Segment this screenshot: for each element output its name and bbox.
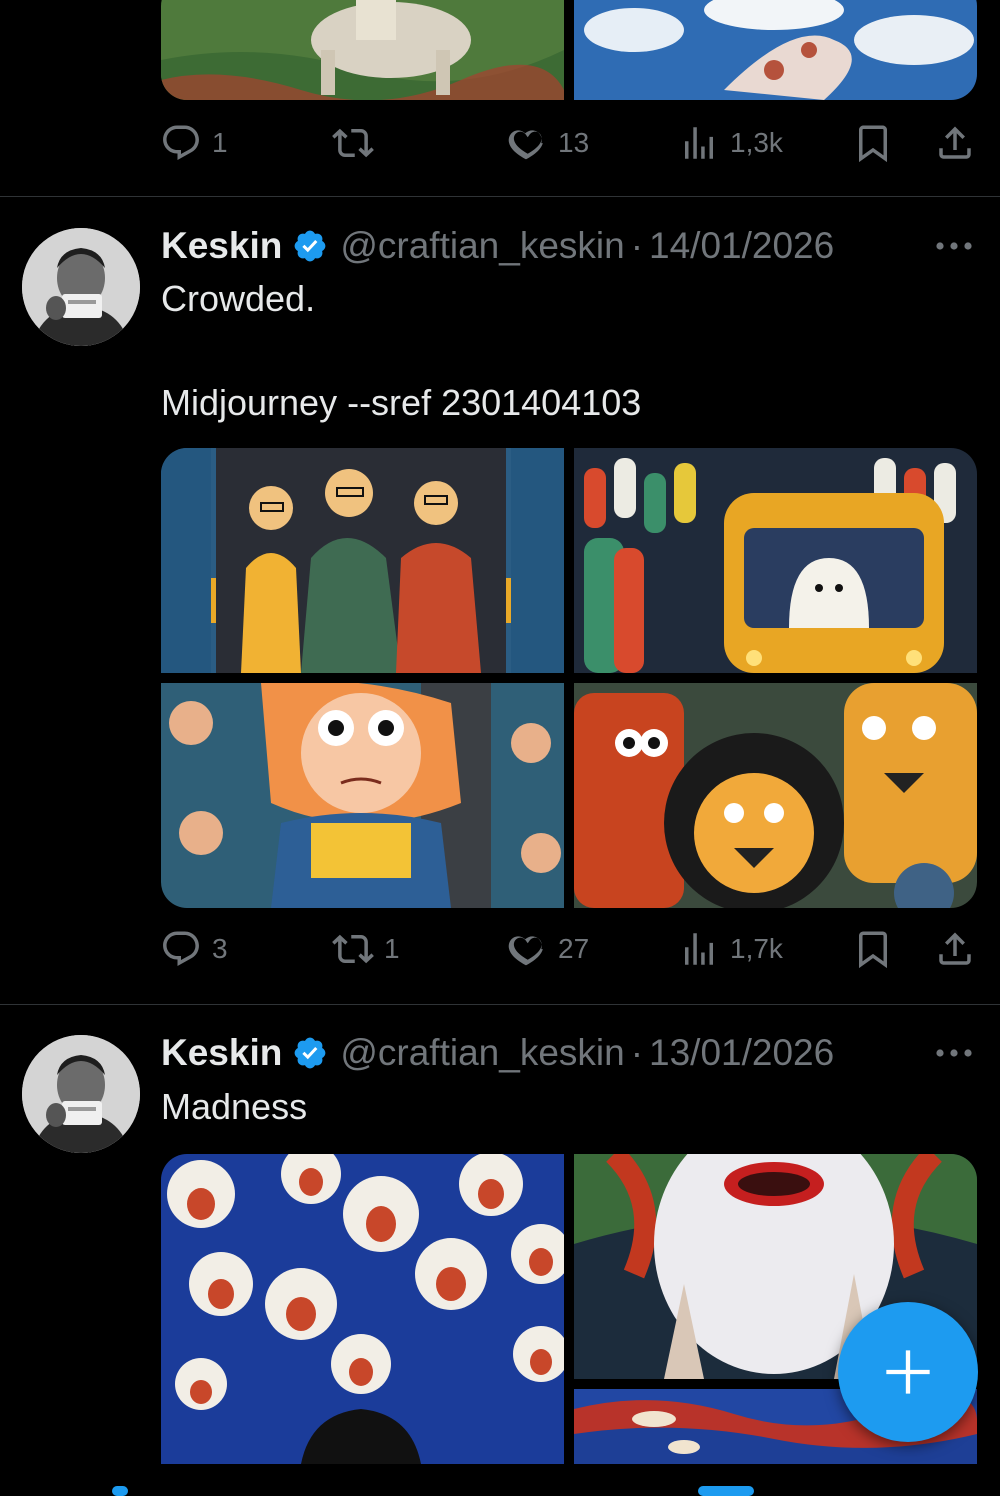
tweet-1-actions: 3 1 27 1,7k [160, 927, 980, 971]
bookmark-icon [852, 928, 894, 970]
compose-button[interactable] [838, 1302, 978, 1442]
repost-button[interactable] [332, 121, 384, 165]
tweet-divider [0, 1004, 1000, 1005]
like-button[interactable]: 13 [506, 121, 589, 165]
reply-icon [160, 122, 202, 164]
nav-grok-indicator[interactable] [698, 1486, 754, 1496]
heart-icon [506, 122, 548, 164]
timestamp[interactable]: 13/01/2026 [649, 1032, 834, 1074]
tweet-0-image-2[interactable] [574, 0, 977, 100]
tweet-2-image-1[interactable] [161, 1154, 564, 1464]
tweet-text-line-1: Madness [161, 1086, 308, 1127]
more-options-icon[interactable] [934, 1043, 974, 1063]
plus-icon [886, 1350, 930, 1394]
reply-button[interactable]: 1 [160, 121, 228, 165]
separator-dot: · [630, 1032, 644, 1073]
tweet-text-line-1: Crowded. [161, 278, 316, 319]
like-count: 13 [558, 127, 590, 158]
heart-icon [506, 928, 548, 970]
share-button[interactable] [934, 927, 976, 971]
bookmark-button[interactable] [852, 121, 894, 165]
avatar[interactable] [22, 1035, 140, 1153]
bookmark-icon [852, 122, 894, 164]
share-icon [934, 928, 976, 970]
reply-icon [160, 928, 202, 970]
avatar[interactable] [22, 228, 140, 346]
share-icon [934, 122, 976, 164]
verified-badge-icon [292, 1035, 328, 1071]
nav-home-indicator[interactable] [112, 1486, 128, 1496]
reply-count: 3 [212, 933, 228, 964]
repost-button[interactable]: 1 [332, 927, 400, 971]
tweet-0-actions: 1 13 1,3k [160, 121, 980, 165]
tweet-1-image-3[interactable] [161, 683, 564, 908]
bookmark-button[interactable] [852, 927, 894, 971]
views-icon [678, 928, 720, 970]
username[interactable]: @craftian_keskin [340, 225, 624, 267]
reply-count: 1 [212, 127, 228, 158]
separator-dot: · [630, 225, 644, 266]
like-button[interactable]: 27 [506, 927, 589, 971]
display-name[interactable]: Keskin [161, 225, 282, 267]
views-count: 1,7k [730, 933, 783, 964]
tweet-text-line-2: Midjourney --sref 2301404103 [161, 382, 642, 423]
views-icon [678, 122, 720, 164]
tweet-divider [0, 196, 1000, 197]
reply-button[interactable]: 3 [160, 927, 228, 971]
timestamp[interactable]: 14/01/2026 [649, 225, 834, 267]
repost-icon [332, 122, 374, 164]
tweet-2-header: Keskin @craftian_keskin · 13/01/2026 [161, 1029, 834, 1077]
more-options-icon[interactable] [934, 236, 974, 256]
tweet-1-image-1[interactable] [161, 448, 564, 673]
share-button[interactable] [934, 121, 976, 165]
tweet-0-image-1[interactable] [161, 0, 564, 100]
views-button[interactable]: 1,3k [678, 121, 783, 165]
repost-icon [332, 928, 374, 970]
tweet-1-media[interactable] [161, 448, 977, 908]
like-count: 27 [558, 933, 590, 964]
username[interactable]: @craftian_keskin [340, 1032, 624, 1074]
repost-count: 1 [384, 933, 400, 964]
tweet-1-image-2[interactable] [574, 448, 977, 673]
tweet-1-header: Keskin @craftian_keskin · 14/01/2026 [161, 222, 834, 270]
views-count: 1,3k [730, 127, 783, 158]
verified-badge-icon [292, 228, 328, 264]
display-name[interactable]: Keskin [161, 1032, 282, 1074]
tweet-1-image-4[interactable] [574, 683, 977, 908]
tweet-0-media[interactable] [161, 0, 977, 100]
views-button[interactable]: 1,7k [678, 927, 783, 971]
